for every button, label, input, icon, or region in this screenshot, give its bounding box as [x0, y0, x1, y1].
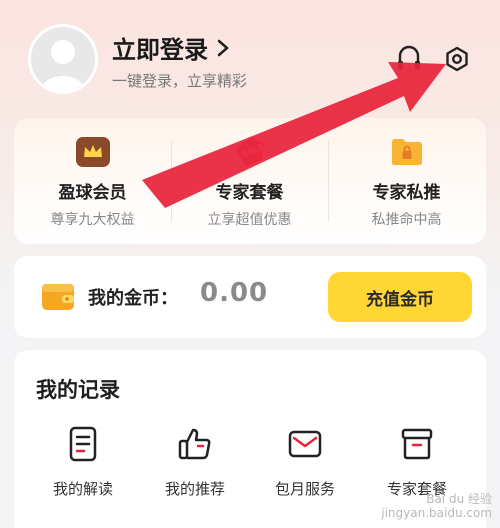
rec-label: 我的推荐 — [164, 480, 225, 498]
chevron-right-icon — [217, 39, 229, 56]
lock-folder-icon — [389, 134, 425, 170]
headset-icon — [398, 45, 420, 70]
private-push-subtitle: 私推命中高 — [371, 212, 442, 228]
user-silhouette-icon — [31, 27, 95, 91]
wallet-icon — [42, 282, 74, 312]
records-title: 我的记录 — [36, 378, 120, 402]
document-icon — [69, 426, 97, 462]
rec-label: 我的解读 — [52, 480, 113, 498]
membership-card: 盈球会员 尊享九大权益 SALE 专家套餐 立享超值优惠 专家私推 私推命中高 — [14, 118, 486, 244]
box-icon — [401, 428, 433, 460]
crown-icon — [75, 134, 111, 170]
sale-tag-icon: SALE — [232, 134, 268, 170]
my-recommendations-item[interactable]: 我的推荐 — [136, 424, 254, 499]
expert-package-item[interactable]: SALE 专家套餐 立享超值优惠 — [171, 118, 328, 244]
private-push-title: 专家私推 — [372, 183, 441, 203]
my-interpretations-item[interactable]: 我的解读 — [24, 424, 142, 499]
gear-icon — [446, 46, 468, 72]
monthly-service-item[interactable]: 包月服务 — [246, 424, 364, 499]
avatar[interactable] — [28, 24, 98, 94]
coin-label: 我的金币： — [88, 288, 178, 309]
settings-button[interactable] — [440, 42, 474, 76]
watermark: Bai du 经验 jingyan.baidu.com — [381, 492, 492, 520]
coin-balance: 0.00 — [200, 278, 269, 308]
expert-package-record-item[interactable]: 专家套餐 — [358, 424, 476, 499]
coin-card: 我的金币： 0.00 充值金币 — [14, 256, 486, 338]
profile-header: 立即登录 一键登录，立享精彩 — [0, 0, 500, 120]
thumbs-up-icon — [178, 428, 211, 460]
recharge-button[interactable]: 充值金币 — [328, 272, 472, 322]
package-title: 专家套餐 — [215, 183, 284, 203]
login-title: 立即登录 — [112, 36, 208, 64]
private-push-item[interactable]: 专家私推 私推命中高 — [328, 118, 485, 244]
login-subtitle: 一键登录，立享精彩 — [112, 72, 248, 90]
login-link[interactable]: 立即登录 — [112, 30, 230, 65]
watermark-line2: jingyan.baidu.com — [381, 506, 492, 520]
vip-member-item[interactable]: 盈球会员 尊享九大权益 — [14, 118, 171, 244]
vip-subtitle: 尊享九大权益 — [50, 212, 135, 228]
rec-label: 包月服务 — [274, 480, 335, 498]
headset-button[interactable] — [392, 42, 426, 76]
envelope-icon — [288, 430, 322, 458]
watermark-line1: Bai du 经验 — [426, 492, 492, 506]
package-subtitle: 立享超值优惠 — [207, 212, 292, 228]
vip-title: 盈球会员 — [58, 183, 127, 203]
